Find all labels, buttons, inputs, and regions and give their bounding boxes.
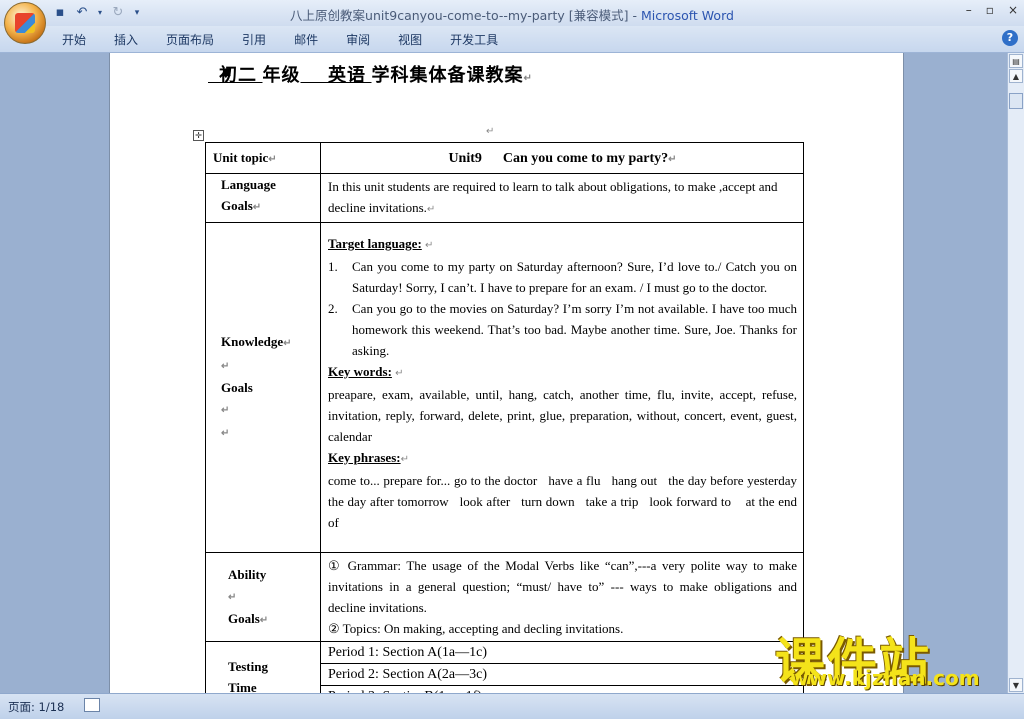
title-bar: ▪ ↶ ▾ ↻ ▾ 八上原创教案unit9canyou-come-to--my-… <box>0 0 1024 26</box>
help-icon[interactable]: ? <box>1002 30 1018 46</box>
close-button[interactable]: × <box>1008 3 1018 17</box>
topic-label: Unit topic <box>213 150 269 165</box>
knowledge-label-1: Knowledge <box>221 334 284 349</box>
title-plan-type: 学科集体备课教案 <box>371 65 524 85</box>
cell-ability-value[interactable]: ① Grammar: The usage of the Modal Verbs … <box>320 552 804 642</box>
tab-page-layout[interactable]: 页面布局 <box>156 31 224 49</box>
title-subject: 英语 <box>328 65 366 85</box>
lesson-plan-table: Unit topic↵ Unit9 Can you come to my par… <box>205 142 804 712</box>
cell-knowledge-value[interactable]: Target language: ↵ 1. Can you come to my … <box>320 222 807 553</box>
scroll-up-icon[interactable]: ▲ <box>1009 69 1023 83</box>
vertical-scrollbar[interactable]: ▤ ▲ ▼ <box>1007 53 1024 693</box>
ability-label-2: Goals <box>228 610 260 626</box>
key-words-heading: Key words: <box>328 364 392 379</box>
ability-topics-text: ② Topics: On making, accepting and decli… <box>328 621 624 636</box>
ruler-toggle-icon[interactable]: ▤ <box>1009 54 1023 68</box>
list-item-text: Can you go to the movies on Saturday? I’… <box>352 301 797 358</box>
tab-mailings[interactable]: 邮件 <box>284 31 328 49</box>
cell-topic-label[interactable]: Unit topic↵ <box>205 142 321 174</box>
list-item: 1. Can you come to my party on Saturday a… <box>328 256 797 298</box>
status-bar: 页面: 1/18 <box>0 693 1024 719</box>
cell-ability-label[interactable]: Ability ↵ Goals↵ <box>205 552 321 642</box>
list-number: 2. <box>328 301 338 316</box>
table-row-topic: Unit topic↵ Unit9 Can you come to my par… <box>205 142 804 174</box>
cell-language-value[interactable]: In this unit students are required to le… <box>320 173 804 223</box>
target-language-heading: Target language: <box>328 236 422 251</box>
minimize-button[interactable]: – <box>966 3 972 17</box>
list-item-text: Can you come to my party on Saturday aft… <box>352 259 797 295</box>
page-indicator[interactable]: 页面: 1/18 <box>8 699 64 715</box>
title-grade-suffix: 年级 <box>262 65 301 85</box>
tab-references[interactable]: 引用 <box>232 31 276 49</box>
period-row: Period 1: Section A(1a—1c) <box>321 642 803 664</box>
period-row: Period 2: Section A(2a—3c) <box>321 664 803 686</box>
app-name: Microsoft Word <box>640 8 734 23</box>
document-title[interactable]: 初二 年级 英语 学科集体备课教案↵ <box>208 61 808 87</box>
language-label-2: Goals <box>221 198 253 213</box>
table-row-knowledge: Knowledge↵ ↵ Goals ↵ ↵ Target language: ↵ 1… <box>205 222 807 553</box>
cell-language-label[interactable]: Language Goals↵ <box>205 173 321 223</box>
ribbon-tabs: 开始 插入 页面布局 引用 邮件 审阅 视图 开发工具 <box>52 31 516 49</box>
proofing-icon[interactable] <box>84 698 100 712</box>
key-phrases-heading: Key phrases: <box>328 450 401 465</box>
tab-view[interactable]: 视图 <box>388 31 432 49</box>
tab-home[interactable]: 开始 <box>52 31 96 49</box>
tab-insert[interactable]: 插入 <box>104 31 148 49</box>
key-phrases-text: come to... prepare for... go to the doct… <box>328 473 807 530</box>
list-number: 1. <box>328 259 338 274</box>
ribbon: 开始 插入 页面布局 引用 邮件 审阅 视图 开发工具 ? <box>0 26 1024 53</box>
title-grade: 初二 <box>219 65 257 85</box>
tab-developer[interactable]: 开发工具 <box>440 31 508 49</box>
table-row-ability: Ability ↵ Goals↵ ① Grammar: The usage of t… <box>205 552 804 642</box>
scroll-thumb[interactable] <box>1009 93 1023 109</box>
target-language-list: 1. Can you come to my party on Saturday a… <box>328 256 797 361</box>
scroll-down-icon[interactable]: ▼ <box>1009 678 1023 692</box>
cell-topic-value[interactable]: Unit9 Can you come to my party?↵ <box>320 142 804 174</box>
ability-label-1: Ability <box>228 566 267 582</box>
office-logo-icon <box>15 13 35 33</box>
ability-grammar-text: ① Grammar: The usage of the Modal Verbs … <box>328 558 797 615</box>
paragraph-mark: ↵ <box>486 126 495 137</box>
language-value: In this unit students are required to le… <box>328 179 778 215</box>
list-item: 2. Can you go to the movies on Saturday? … <box>328 298 797 361</box>
table-row-language: Language Goals↵ In this unit students are… <box>205 173 804 223</box>
window-title: 八上原创教案unit9canyou-come-to--my-party [兼容模… <box>0 5 1024 24</box>
knowledge-label-2: Goals <box>221 380 253 395</box>
watermark-url: www.kjzhan.com <box>790 666 980 690</box>
document-name: 八上原创教案unit9canyou-come-to--my-party [兼容模… <box>290 8 641 23</box>
office-button[interactable] <box>4 2 46 44</box>
browse-buttons: ▼ <box>1008 677 1024 693</box>
key-words-text: preapare, exam, available, until, hang, … <box>328 387 797 444</box>
tab-review[interactable]: 审阅 <box>336 31 380 49</box>
language-label-1: Language <box>221 177 276 192</box>
table-move-handle-icon[interactable]: ✛ <box>193 130 204 141</box>
testing-label-1: Testing <box>228 658 268 674</box>
restore-button[interactable]: ▫ <box>986 3 994 17</box>
cell-knowledge-label[interactable]: Knowledge↵ ↵ Goals ↵ ↵ <box>205 222 321 553</box>
topic-value: Unit9 Can you come to my party? <box>448 151 669 166</box>
window-controls: – ▫ × <box>966 3 1018 17</box>
